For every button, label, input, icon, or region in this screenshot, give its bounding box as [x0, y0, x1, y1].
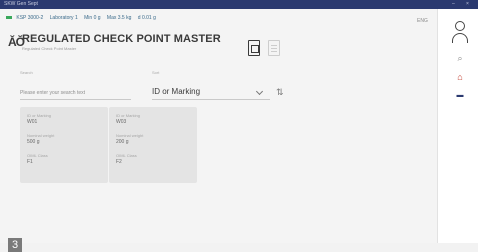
id-value: W01 — [27, 119, 38, 125]
weight-label: Nominal weight — [116, 133, 144, 138]
sort-select[interactable]: ID or Marking — [152, 87, 200, 96]
weight-value: 500 g — [27, 139, 40, 145]
page-badge: 3 — [8, 238, 22, 252]
search-underline — [20, 99, 131, 100]
id-value: W03 — [116, 119, 127, 125]
main-panel: KSP 3000-2 Laboratory 1 Min 0 g Max 3.5 … — [0, 9, 437, 252]
page-title: REGULATED CHECK POINT MASTER — [22, 33, 221, 45]
user-icon[interactable] — [452, 21, 468, 43]
report-icon[interactable] — [248, 40, 260, 56]
search-input[interactable]: Please enter your search text — [20, 90, 85, 96]
weight-card[interactable]: ID or Marking W03 Nominal weight 200 g O… — [109, 107, 197, 183]
max-load: Max 3.5 kg — [106, 15, 132, 21]
sort-underline — [152, 99, 270, 100]
sort-label: Sort — [152, 70, 160, 75]
language-selector[interactable]: ENG — [417, 18, 428, 24]
readability: d 0.01 g — [137, 15, 156, 21]
class-label: OIML Class — [116, 153, 137, 158]
sort-icon[interactable]: ⇅ — [276, 87, 284, 98]
class-value: F1 — [27, 159, 33, 165]
id-label: ID or Marking — [116, 113, 141, 118]
room-name: Laboratory 1 — [49, 15, 78, 21]
min-load: Min 0 g — [84, 15, 101, 21]
weight-label: Nominal weight — [27, 133, 55, 138]
window-titlebar: SKW Gen Sept – × — [0, 0, 478, 9]
status-indicator — [6, 16, 12, 20]
home-icon[interactable]: ⌂ — [455, 72, 465, 82]
right-sidebar: ⌕ ⌂ ▬ — [437, 9, 478, 243]
search-label: Search — [20, 70, 33, 75]
balance-model: KSP 3000-2 — [16, 15, 44, 21]
class-value: F2 — [116, 159, 122, 165]
list-icon[interactable] — [268, 40, 280, 56]
clear-filter-icon[interactable]: ⌕ — [455, 53, 465, 63]
class-label: OIML Class — [27, 153, 48, 158]
weight-value: 200 g — [116, 139, 129, 145]
close-button[interactable]: × — [466, 1, 469, 7]
device-icon[interactable]: ▬ — [455, 91, 465, 101]
weight-card[interactable]: ID or Marking W01 Nominal weight 500 g O… — [20, 107, 108, 183]
chevron-down-icon[interactable] — [255, 87, 264, 96]
window-title: SKW Gen Sept — [4, 1, 38, 7]
minimize-button[interactable]: – — [452, 1, 455, 7]
page-subtitle: Regulated Check Point Master — [22, 46, 77, 51]
id-label: ID or Marking — [27, 113, 52, 118]
status-bar: KSP 3000-2 Laboratory 1 Min 0 g Max 3.5 … — [6, 15, 161, 21]
